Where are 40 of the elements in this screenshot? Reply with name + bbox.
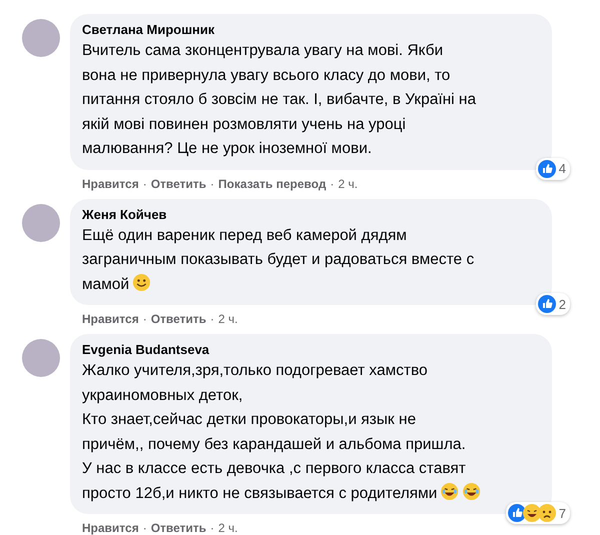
comment-time: 2 ч.: [218, 521, 238, 535]
comment-text: Ещё один вареник перед веб камерой дядям заграничным показывать будет и радоваться вместе с мамой: [82, 226, 474, 292]
reaction-count: 2: [558, 296, 566, 312]
laughing-reaction-icon: [522, 504, 541, 522]
laughing-emoji-icon: [462, 482, 482, 500]
separator-dot: ·: [210, 521, 214, 535]
laughing-emoji-icon: [440, 482, 460, 500]
separator-dot: ·: [142, 521, 147, 535]
smiley-emoji-icon: [132, 272, 152, 292]
separator-dot: ·: [210, 312, 214, 326]
comment-action-link[interactable]: Нравится: [82, 521, 139, 535]
separator-dot: ·: [142, 176, 147, 190]
reaction-badge[interactable]: 7: [506, 502, 570, 524]
comment-author[interactable]: Светлана Мирошник: [82, 21, 538, 39]
comment-text: Вчитель сама зконцентрувала увагу на мові. Якби вона не привернула увагу всього класу до мови, то питання стояло б зовсім не так. І, вибачте, в Україні на якій мові повинен розмовляти учень на уроці малювання? Це не урок іноземної мови.: [82, 42, 476, 157]
comment-author[interactable]: Женя Койчев: [82, 206, 538, 224]
thumbs-up-reaction-icon: [508, 504, 526, 522]
avatar-placeholder[interactable]: [22, 19, 60, 57]
thumbs-up-reaction-icon: [538, 295, 556, 313]
avatar-placeholder[interactable]: [22, 339, 60, 377]
comment-action-link[interactable]: Показать перевод: [218, 176, 326, 190]
reaction-badge[interactable]: 4: [536, 158, 570, 180]
comment-action-link[interactable]: Нравится: [82, 176, 139, 190]
reaction-count: 4: [558, 161, 566, 176]
comment-action-link[interactable]: Нравится: [82, 312, 139, 326]
avatar-placeholder[interactable]: [22, 204, 60, 242]
thumbs-up-reaction-icon: [538, 160, 556, 178]
separator-dot: ·: [210, 176, 214, 190]
comment-action-link[interactable]: Ответить: [150, 312, 206, 326]
separator-dot: ·: [330, 176, 334, 190]
comment-time: 2 ч.: [338, 176, 358, 190]
comment-action-link[interactable]: Ответить: [150, 521, 206, 535]
sad-reaction-icon: [538, 504, 556, 522]
reaction-count: 7: [558, 506, 566, 520]
comment-time: 2 ч.: [218, 312, 238, 326]
comment-text: Жалко учителя,зря,только подогревает хамство украиномовных деток, Кто знает,сейчас детки провокаторы,и язык не причём,, почему без карандашей и альбома пришла. У нас в классе есть девочка ,с первого класса ставят просто 12б,и никто не связывается с родителями: [82, 362, 482, 502]
comment-action-link[interactable]: Ответить: [150, 176, 206, 190]
comment-author[interactable]: Evgenia Budantseva: [82, 341, 538, 359]
reaction-badge[interactable]: 2: [536, 293, 570, 315]
separator-dot: ·: [142, 312, 147, 326]
